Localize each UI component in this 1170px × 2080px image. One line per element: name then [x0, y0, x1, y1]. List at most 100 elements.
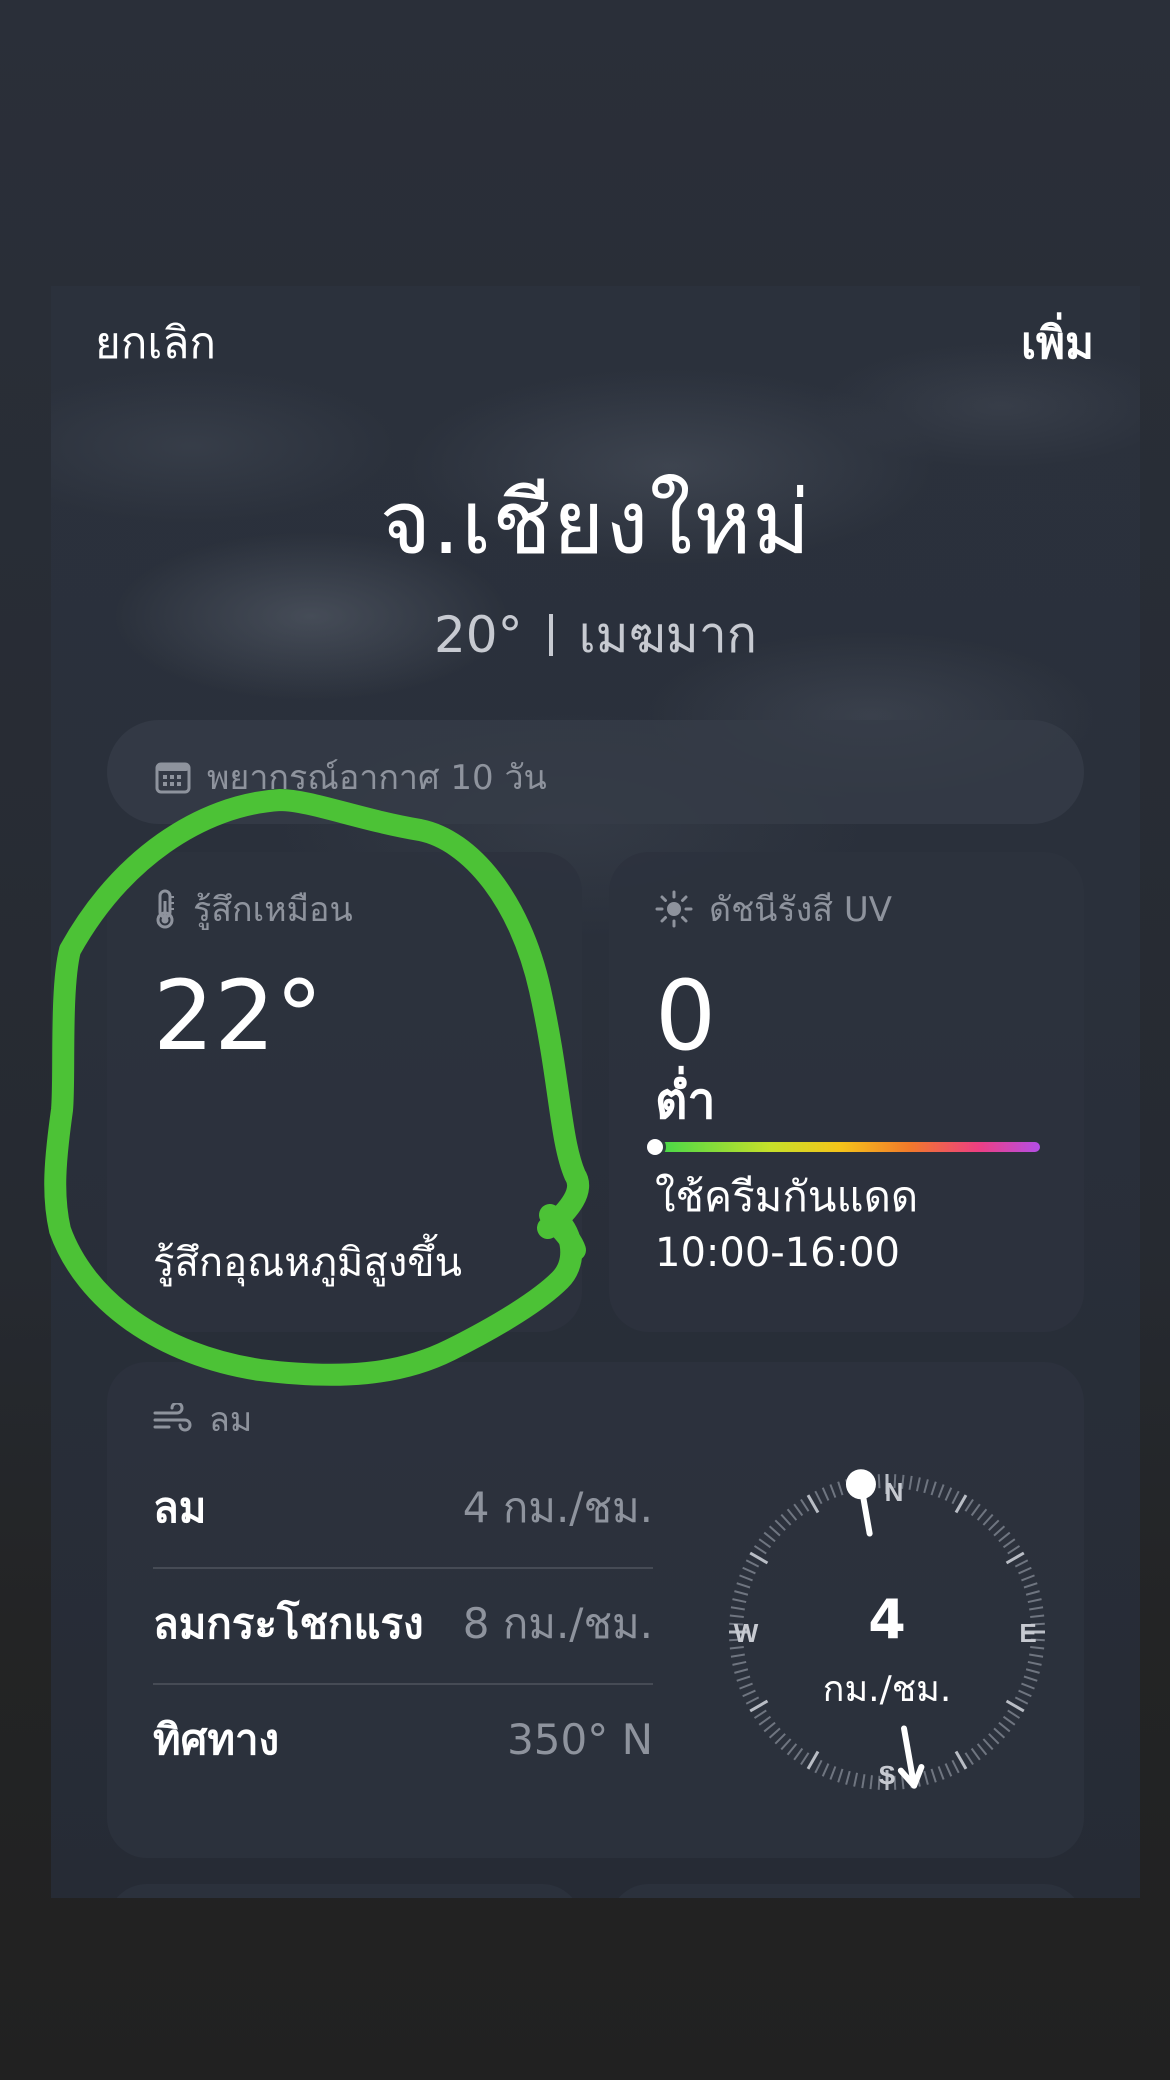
compass-tick — [970, 1747, 981, 1761]
compass-tick — [758, 1538, 772, 1549]
uv-index-header: ดัชนีรังสี UV — [655, 882, 892, 936]
wind-row-direction: ทิศทาง 350° N — [153, 1682, 653, 1797]
sun-icon — [655, 890, 693, 928]
compass-tick — [993, 1525, 1006, 1537]
summary-separator — [548, 614, 553, 656]
compass-tick — [988, 1733, 1000, 1745]
compass-tick — [988, 1519, 1000, 1531]
compass-tick — [814, 1490, 823, 1505]
compass-north-label: N — [885, 1477, 904, 1507]
feels-like-card[interactable]: รู้สึกเหมือน 22° รู้สึกอุณหภูมิสูงขึ้น — [107, 852, 582, 1332]
wind-header: ลม — [153, 1392, 252, 1446]
next-card-left[interactable] — [107, 1884, 582, 1898]
current-summary: 20° เมฆมาก — [51, 596, 1140, 675]
uv-index-level: ต่ำ — [655, 1072, 716, 1130]
compass-tick — [1014, 1559, 1029, 1568]
compass-tick — [1021, 1574, 1035, 1582]
compass-tick — [774, 1733, 786, 1745]
compass-tick — [829, 1766, 837, 1780]
feels-like-description: รู้สึกอุณหภูมิสูงขึ้น — [153, 1240, 462, 1286]
wind-row-value: 4 กม./ชม. — [462, 1482, 653, 1532]
compass-tick — [937, 1484, 945, 1498]
wind-compass: N E S W 4 กม./ชม. — [717, 1462, 1057, 1802]
uv-index-marker — [647, 1139, 663, 1155]
calendar-icon — [155, 760, 191, 794]
compass-tick — [869, 1775, 873, 1790]
compass-tick — [806, 1750, 820, 1770]
compass-tick — [786, 1508, 798, 1521]
wind-card[interactable]: ลม ลม 4 กม./ชม. ลมกระโชกแรง 8 กม./ชม. ทิ… — [107, 1362, 1084, 1858]
compass-tick — [915, 1477, 921, 1492]
compass-tick — [774, 1519, 786, 1531]
feels-like-value: 22° — [153, 960, 324, 1072]
current-condition: เมฆมาก — [578, 606, 758, 664]
compass-tick — [739, 1574, 753, 1582]
compass-tick — [793, 1747, 804, 1761]
compass-tick — [930, 1768, 937, 1783]
compass-tick — [954, 1494, 968, 1514]
next-card-right[interactable] — [609, 1884, 1084, 1898]
compass-tick — [1023, 1582, 1038, 1589]
uv-index-advice: ใช้ครีมกันแดด — [655, 1172, 919, 1221]
compass-tick — [1005, 1551, 1025, 1565]
compass-tick — [758, 1715, 772, 1726]
add-button[interactable]: เพิ่ม — [1021, 308, 1094, 378]
uv-index-value: 0 — [655, 960, 717, 1072]
compass-tick — [998, 1531, 1011, 1543]
compass-tick — [1018, 1566, 1032, 1575]
compass-tick — [753, 1545, 767, 1555]
compass-tick — [976, 1508, 988, 1521]
compass-tick — [908, 1475, 913, 1490]
wind-icon — [153, 1403, 193, 1435]
compass-tick — [780, 1513, 792, 1526]
forecast-label: พยากรณ์อากาศ 10 วัน — [207, 758, 547, 798]
compass-tick — [763, 1531, 776, 1543]
wind-row-label: ลมกระโชกแรง — [153, 1598, 424, 1648]
uv-index-card[interactable]: ดัชนีรังสี UV 0 ต่ำ ใช้ครีมกันแดด 10:00-… — [609, 852, 1084, 1332]
compass-tick — [1007, 1545, 1021, 1555]
compass-tick — [821, 1487, 830, 1501]
compass-tick — [993, 1727, 1006, 1739]
compass-tick — [944, 1763, 953, 1777]
compass-tick — [829, 1484, 837, 1498]
compass-tick — [745, 1559, 760, 1568]
compass-tick — [861, 1774, 866, 1789]
compass-tick — [998, 1721, 1011, 1733]
cancel-button[interactable]: ยกเลิก — [95, 308, 216, 378]
compass-tick — [1002, 1715, 1016, 1726]
compass-tick — [793, 1503, 804, 1517]
compass-speed: 4 — [868, 1588, 906, 1651]
ten-day-forecast-card[interactable]: พยากรณ์อากาศ 10 วัน — [107, 720, 1084, 824]
wind-row-value: 350° N — [507, 1715, 653, 1764]
compass-tick — [768, 1525, 781, 1537]
compass-tick — [763, 1721, 776, 1733]
compass-tick — [951, 1490, 960, 1505]
compass-tick — [982, 1738, 994, 1751]
compass-tick — [736, 1582, 751, 1589]
uv-index-scale — [647, 1139, 1040, 1155]
compass-tick — [768, 1727, 781, 1739]
feels-like-title: รู้สึกเหมือน — [193, 890, 353, 930]
compass-tick — [923, 1479, 929, 1494]
compass-tick — [821, 1763, 830, 1777]
compass-tick — [730, 1653, 745, 1658]
compass-tick — [937, 1766, 945, 1780]
uv-index-time-range: 10:00-16:00 — [655, 1230, 900, 1276]
compass-tick — [749, 1551, 769, 1565]
compass-tick — [1029, 1653, 1044, 1658]
compass-tick — [982, 1513, 994, 1526]
compass-tick — [806, 1494, 820, 1514]
compass-tick — [976, 1743, 988, 1756]
compass-tick — [964, 1498, 974, 1512]
compass-tick — [786, 1743, 798, 1756]
wind-title: ลม — [209, 1400, 253, 1440]
city-name: จ.เชียงใหม่ — [379, 471, 812, 574]
wind-row-speed: ลม 4 กม./ชม. — [153, 1450, 653, 1565]
compass-tick — [970, 1503, 981, 1517]
compass-tick — [845, 1770, 851, 1785]
compass-tick — [923, 1770, 929, 1785]
compass-south-label: S — [878, 1760, 895, 1790]
compass-tick — [837, 1768, 844, 1783]
compass-unit: กม./ชม. — [822, 1669, 952, 1710]
compass-tick — [930, 1481, 937, 1496]
